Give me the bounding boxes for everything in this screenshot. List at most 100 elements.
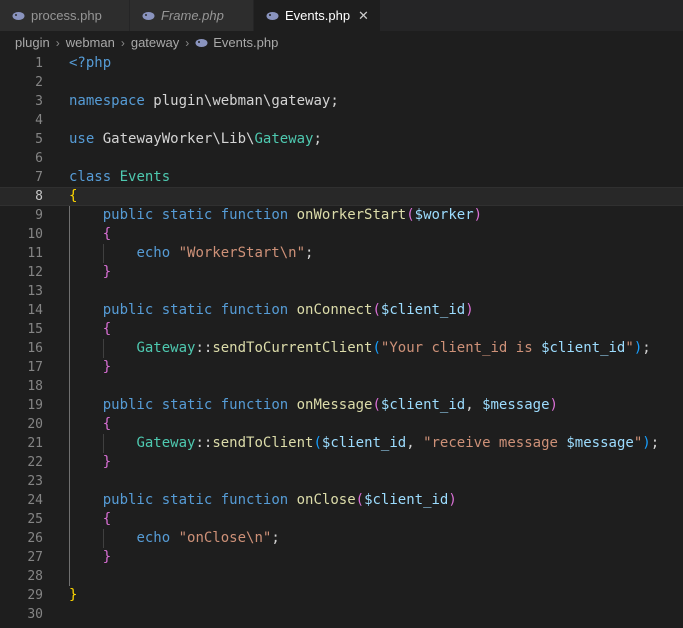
code-text: { xyxy=(102,226,112,242)
code-text: { xyxy=(69,188,78,204)
code-text: use GatewayWorker\Lib\Gateway; xyxy=(69,131,322,147)
indent-guide xyxy=(102,529,104,548)
tab-label: Frame.php xyxy=(161,8,224,23)
line-number: 6 xyxy=(35,151,43,166)
line-number: 2 xyxy=(35,75,43,90)
code-line[interactable]: 2 xyxy=(0,73,683,92)
code-line[interactable]: 7 class Events xyxy=(0,168,683,187)
line-number: 27 xyxy=(27,550,43,565)
code-line[interactable]: 14 public static function onConnect($cli… xyxy=(0,301,683,320)
breadcrumb-item-plugin[interactable]: plugin xyxy=(15,35,50,50)
code-line[interactable]: 1 <?php xyxy=(0,54,683,73)
tab-frame-php[interactable]: Frame.php xyxy=(130,0,254,31)
line-number: 13 xyxy=(27,284,43,299)
code-text: Gateway::sendToCurrentClient("Your clien… xyxy=(136,340,651,356)
code-text: { xyxy=(102,416,112,432)
breadcrumb-separator: › xyxy=(185,35,190,50)
tab-label: Events.php xyxy=(285,8,351,23)
line-number: 28 xyxy=(27,569,43,584)
code-text: public static function onWorkerStart($wo… xyxy=(102,207,483,223)
line-number: 4 xyxy=(35,113,43,128)
breadcrumb-item-gateway[interactable]: gateway xyxy=(131,35,179,50)
code-line[interactable]: 20 { xyxy=(0,415,683,434)
line-number: 17 xyxy=(27,360,43,375)
php-elephant-icon xyxy=(195,38,208,47)
line-number: 5 xyxy=(35,132,43,147)
code-line[interactable]: 17 } xyxy=(0,358,683,377)
tab-bar: process.php Frame.php Events.php ✕ xyxy=(0,0,683,31)
code-line[interactable]: 3 namespace plugin\webman\gateway; xyxy=(0,92,683,111)
code-text: public static function onConnect($client… xyxy=(102,302,474,318)
code-line[interactable]: 8{ xyxy=(0,187,683,206)
code-line[interactable]: 9 public static function onWorkerStart($… xyxy=(0,206,683,225)
indent-guide xyxy=(102,339,104,358)
code-text: class Events xyxy=(69,169,171,185)
line-number: 14 xyxy=(27,303,43,318)
tab-process-php[interactable]: process.php xyxy=(0,0,130,31)
code-line[interactable]: 10 { xyxy=(0,225,683,244)
breadcrumb-separator: › xyxy=(55,35,60,50)
code-line[interactable]: 23 xyxy=(0,472,683,491)
code-line[interactable]: 15 { xyxy=(0,320,683,339)
code-text: echo "WorkerStart\n"; xyxy=(136,245,314,261)
line-number: 1 xyxy=(35,56,43,71)
line-number: 22 xyxy=(27,455,43,470)
code-line[interactable]: 4 xyxy=(0,111,683,130)
line-number: 7 xyxy=(35,170,43,185)
code-editor[interactable]: 1 <?php 2 3 namespace plugin\webman\gateway;… xyxy=(0,54,683,628)
line-number: 25 xyxy=(27,512,43,527)
line-number: 12 xyxy=(27,265,43,280)
line-number: 23 xyxy=(27,474,43,489)
code-line[interactable]: 25 { xyxy=(0,510,683,529)
line-number: 24 xyxy=(27,493,43,508)
code-line[interactable]: 28 xyxy=(0,567,683,586)
code-line[interactable]: 18 xyxy=(0,377,683,396)
tab-label: process.php xyxy=(31,8,102,23)
breadcrumb-item-webman[interactable]: webman xyxy=(66,35,115,50)
breadcrumb: plugin › webman › gateway › Events.php xyxy=(0,31,683,54)
code-line[interactable]: 24 public static function onClose($clien… xyxy=(0,491,683,510)
line-number: 3 xyxy=(35,94,43,109)
code-text: } xyxy=(102,549,112,565)
indent-guide xyxy=(102,244,104,263)
code-line[interactable]: 6 xyxy=(0,149,683,168)
breadcrumb-item-file[interactable]: Events.php xyxy=(213,35,278,50)
line-number: 9 xyxy=(35,208,43,223)
line-number: 15 xyxy=(27,322,43,337)
code-line[interactable]: 13 xyxy=(0,282,683,301)
tab-events-php[interactable]: Events.php ✕ xyxy=(254,0,381,31)
code-line[interactable]: 30 xyxy=(0,605,683,624)
code-text: } xyxy=(102,454,112,470)
code-text: { xyxy=(102,321,112,337)
code-line[interactable]: 22 } xyxy=(0,453,683,472)
close-icon[interactable]: ✕ xyxy=(358,8,369,24)
indent-guide xyxy=(69,206,70,586)
line-number: 29 xyxy=(27,588,43,603)
php-elephant-icon xyxy=(142,11,155,20)
line-number: 18 xyxy=(27,379,43,394)
code-line[interactable]: 27 } xyxy=(0,548,683,567)
code-text: } xyxy=(102,359,112,375)
indent-guide xyxy=(102,434,104,453)
code-line[interactable]: 19 public static function onMessage($cli… xyxy=(0,396,683,415)
code-text: { xyxy=(102,511,112,527)
code-text: public static function onMessage($client… xyxy=(102,397,558,413)
line-number: 26 xyxy=(27,531,43,546)
php-elephant-icon xyxy=(12,11,25,20)
code-text: public static function onClose($client_i… xyxy=(102,492,457,508)
code-text: echo "onClose\n"; xyxy=(136,530,280,546)
code-text: } xyxy=(69,587,78,603)
code-text: } xyxy=(102,264,112,280)
line-number: 8 xyxy=(35,189,43,204)
line-number: 21 xyxy=(27,436,43,451)
code-line[interactable]: 5 use GatewayWorker\Lib\Gateway; xyxy=(0,130,683,149)
code-text: namespace plugin\webman\gateway; xyxy=(69,93,339,109)
line-number: 20 xyxy=(27,417,43,432)
line-number: 10 xyxy=(27,227,43,242)
code-text: Gateway::sendToClient($client_id, "recei… xyxy=(136,435,660,451)
breadcrumb-separator: › xyxy=(120,35,125,50)
code-line[interactable]: 12 } xyxy=(0,263,683,282)
php-elephant-icon xyxy=(266,11,279,20)
line-number: 16 xyxy=(27,341,43,356)
code-line[interactable]: 29} xyxy=(0,586,683,605)
